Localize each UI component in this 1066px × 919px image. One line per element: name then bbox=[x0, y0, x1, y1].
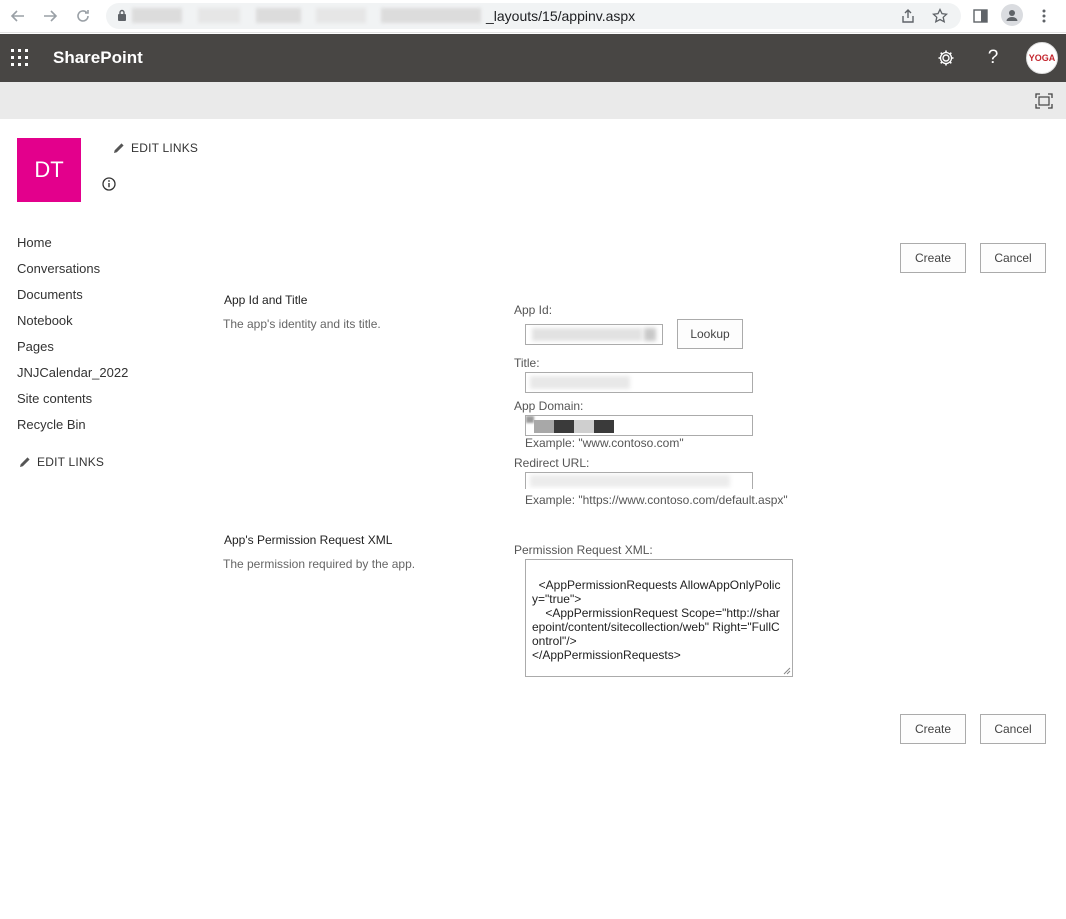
star-icon[interactable] bbox=[929, 5, 951, 27]
pencil-icon bbox=[20, 457, 30, 467]
pencil-icon bbox=[114, 143, 124, 153]
redirect-url-example: Example: "https://www.contoso.com/defaul… bbox=[525, 493, 788, 507]
permission-xml-textarea[interactable]: <AppPermissionRequests AllowAppOnlyPolic… bbox=[525, 559, 793, 677]
nav-item-documents[interactable]: Documents bbox=[17, 286, 128, 312]
back-icon[interactable] bbox=[6, 5, 30, 27]
create-button-top[interactable]: Create bbox=[900, 243, 966, 273]
focus-mode-icon[interactable] bbox=[1035, 93, 1053, 109]
edit-links-label: EDIT LINKS bbox=[37, 455, 105, 469]
section-desc-app-id: The app's identity and its title. bbox=[223, 317, 381, 331]
nav-item-recycle-bin[interactable]: Recycle Bin bbox=[17, 416, 128, 442]
nav-item-conversations[interactable]: Conversations bbox=[17, 260, 128, 286]
app-id-field[interactable] bbox=[525, 324, 663, 345]
url-text: _layouts/15/appinv.aspx bbox=[486, 8, 636, 24]
redirect-url-field[interactable] bbox=[525, 472, 753, 489]
section-desc-permission: The permission required by the app. bbox=[223, 557, 416, 571]
cancel-button-bottom[interactable]: Cancel bbox=[980, 714, 1046, 744]
nav-item-home[interactable]: Home bbox=[17, 234, 128, 260]
side-panel-icon[interactable] bbox=[969, 5, 991, 27]
resize-handle-icon[interactable] bbox=[783, 667, 791, 675]
app-domain-label: App Domain: bbox=[514, 399, 584, 413]
lock-icon bbox=[117, 9, 127, 22]
title-label: Title: bbox=[514, 356, 540, 370]
redirect-url-label: Redirect URL: bbox=[514, 456, 590, 470]
menu-kebab-icon[interactable] bbox=[1033, 5, 1055, 27]
reload-icon[interactable] bbox=[71, 5, 95, 27]
gear-icon[interactable] bbox=[934, 46, 958, 70]
permission-xml-label: Permission Request XML: bbox=[514, 543, 653, 557]
title-field[interactable] bbox=[525, 372, 753, 393]
info-icon[interactable] bbox=[102, 177, 116, 191]
section-title-permission: App's Permission Request XML bbox=[224, 533, 393, 547]
app-domain-field[interactable] bbox=[525, 415, 753, 436]
nav-item-notebook[interactable]: Notebook bbox=[17, 312, 128, 338]
nav-item-pages[interactable]: Pages bbox=[17, 338, 128, 364]
edit-links-label: EDIT LINKS bbox=[131, 141, 199, 155]
avatar[interactable]: YOGA bbox=[1026, 42, 1058, 74]
nav-item-calendar[interactable]: JNJCalendar_2022 bbox=[17, 364, 128, 390]
forward-icon[interactable] bbox=[38, 5, 62, 27]
brand-title[interactable]: SharePoint bbox=[53, 48, 143, 68]
left-nav: Home Conversations Documents Notebook Pa… bbox=[17, 234, 128, 442]
browser-toolbar: _layouts/15/appinv.aspx bbox=[0, 0, 1066, 33]
profile-icon[interactable] bbox=[1001, 4, 1023, 26]
app-id-label: App Id: bbox=[514, 303, 553, 317]
lookup-button[interactable]: Lookup bbox=[677, 319, 743, 349]
ribbon-bar bbox=[0, 82, 1066, 119]
share-icon[interactable] bbox=[897, 5, 919, 27]
section-title-app-id: App Id and Title bbox=[224, 293, 308, 307]
site-logo[interactable]: DT bbox=[17, 138, 81, 202]
help-icon[interactable]: ? bbox=[981, 46, 1005, 70]
address-bar[interactable]: _layouts/15/appinv.aspx bbox=[106, 3, 961, 29]
app-domain-example: Example: "www.contoso.com" bbox=[525, 436, 684, 450]
cancel-button-top[interactable]: Cancel bbox=[980, 243, 1046, 273]
app-launcher-icon[interactable] bbox=[11, 49, 29, 67]
create-button-bottom[interactable]: Create bbox=[900, 714, 966, 744]
edit-links-nav[interactable]: EDIT LINKS bbox=[19, 455, 104, 469]
permission-xml-value: <AppPermissionRequests AllowAppOnlyPolic… bbox=[532, 578, 781, 662]
edit-links-top[interactable]: EDIT LINKS bbox=[113, 141, 198, 155]
nav-item-site-contents[interactable]: Site contents bbox=[17, 390, 128, 416]
suite-bar: SharePoint ? YOGA bbox=[0, 34, 1066, 82]
